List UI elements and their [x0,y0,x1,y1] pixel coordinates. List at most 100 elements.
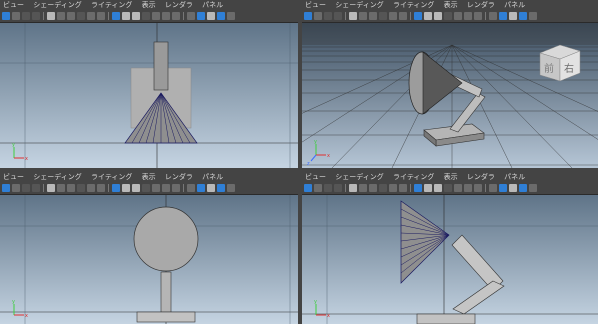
viewport-canvas[interactable]: y x [0,195,298,324]
ambient-occlusion-icon[interactable] [519,184,527,192]
wireframe-icon[interactable] [122,12,130,20]
gate-mask-icon[interactable] [399,184,407,192]
viewport-top-right[interactable]: ビュー シェーディング ライティング 表示 レンダラ パネル 前 右 y x z [302,0,598,168]
menu-show[interactable]: 表示 [444,172,458,182]
menu-view[interactable]: ビュー [305,0,326,10]
viewport-bottom-right[interactable]: ビュー シェーディング ライティング 表示 レンダラ パネル y x [302,172,598,324]
use-lights-icon[interactable] [464,184,472,192]
xray-icon[interactable] [499,12,507,20]
xray-joints-icon[interactable] [509,184,517,192]
camera-icon[interactable] [349,184,357,192]
ambient-occlusion-icon[interactable] [519,12,527,20]
camera-attributes-icon[interactable] [12,184,20,192]
lamp-base[interactable] [136,311,196,323]
image-plane-icon[interactable] [334,12,342,20]
menu-panels[interactable]: パネル [202,0,223,10]
xray-joints-icon[interactable] [207,12,215,20]
gate-mask-icon[interactable] [97,12,105,20]
resolution-gate-icon[interactable] [87,184,95,192]
menu-lighting[interactable]: ライティング [393,172,434,182]
camera-attributes-icon[interactable] [314,184,322,192]
bookmark-icon[interactable] [324,184,332,192]
camera-icon[interactable] [47,184,55,192]
use-lights-icon[interactable] [162,184,170,192]
select-camera-icon[interactable] [2,12,10,20]
resolution-gate-icon[interactable] [389,12,397,20]
isolate-select-icon[interactable] [489,184,497,192]
xray-icon[interactable] [197,184,205,192]
viewport-canvas[interactable]: 前 右 y x z [302,23,598,168]
bookmark-icon[interactable] [324,12,332,20]
wireframe-icon[interactable] [424,12,432,20]
shadows-icon[interactable] [172,184,180,192]
xray-joints-icon[interactable] [207,184,215,192]
antialiasing-icon[interactable] [227,184,235,192]
antialiasing-icon[interactable] [227,12,235,20]
camera-attributes-icon[interactable] [12,12,20,20]
shadows-icon[interactable] [474,12,482,20]
grid-icon[interactable] [112,12,120,20]
camera-lock-icon[interactable] [369,184,377,192]
wireframe-icon[interactable] [122,184,130,192]
use-lights-icon[interactable] [162,12,170,20]
default-material-icon[interactable] [142,184,150,192]
isolate-select-icon[interactable] [489,12,497,20]
image-plane-icon[interactable] [32,12,40,20]
image-plane-icon[interactable] [334,184,342,192]
grease-pencil-icon[interactable] [57,184,65,192]
resolution-gate-icon[interactable] [389,184,397,192]
menu-view[interactable]: ビュー [3,172,24,182]
menu-renderer[interactable]: レンダラ [467,172,495,182]
antialiasing-icon[interactable] [529,12,537,20]
camera-attributes-icon[interactable] [314,12,322,20]
textured-icon[interactable] [454,184,462,192]
camera-icon[interactable] [47,12,55,20]
xray-icon[interactable] [197,12,205,20]
camera-lock-icon[interactable] [67,12,75,20]
menu-lighting[interactable]: ライティング [91,172,132,182]
menu-show[interactable]: 表示 [142,172,156,182]
viewport-bottom-left[interactable]: ビュー シェーディング ライティング 表示 レンダラ パネル y x [0,172,298,324]
isolate-select-icon[interactable] [187,12,195,20]
menu-panels[interactable]: パネル [504,0,525,10]
textured-icon[interactable] [454,12,462,20]
wireframe-icon[interactable] [424,184,432,192]
film-gate-icon[interactable] [77,184,85,192]
default-material-icon[interactable] [444,184,452,192]
shadows-icon[interactable] [474,184,482,192]
default-material-icon[interactable] [444,12,452,20]
menu-panels[interactable]: パネル [202,172,223,182]
isolate-select-icon[interactable] [187,184,195,192]
camera-icon[interactable] [349,12,357,20]
bookmark-icon[interactable] [22,184,30,192]
menu-lighting[interactable]: ライティング [393,0,434,10]
default-material-icon[interactable] [142,12,150,20]
select-camera-icon[interactable] [304,184,312,192]
lamp-shade-disc[interactable] [133,206,199,272]
ambient-occlusion-icon[interactable] [217,12,225,20]
menu-shading[interactable]: シェーディング [33,172,82,182]
menu-view[interactable]: ビュー [305,172,326,182]
gate-mask-icon[interactable] [97,184,105,192]
use-lights-icon[interactable] [464,12,472,20]
shadows-icon[interactable] [172,12,180,20]
menu-shading[interactable]: シェーディング [33,0,82,10]
film-gate-icon[interactable] [379,184,387,192]
menu-shading[interactable]: シェーディング [335,0,384,10]
grease-pencil-icon[interactable] [57,12,65,20]
menu-renderer[interactable]: レンダラ [165,172,193,182]
smooth-shade-icon[interactable] [132,12,140,20]
select-camera-icon[interactable] [2,184,10,192]
image-plane-icon[interactable] [32,184,40,192]
grease-pencil-icon[interactable] [359,184,367,192]
grid-icon[interactable] [414,184,422,192]
bookmark-icon[interactable] [22,12,30,20]
camera-lock-icon[interactable] [369,12,377,20]
camera-lock-icon[interactable] [67,184,75,192]
film-gate-icon[interactable] [379,12,387,20]
viewport-canvas[interactable]: y x [302,195,598,324]
textured-icon[interactable] [152,12,160,20]
lamp-arm[interactable] [160,271,172,313]
lamp-arm-upper[interactable] [153,41,169,91]
viewport-canvas[interactable]: y x [0,23,298,168]
